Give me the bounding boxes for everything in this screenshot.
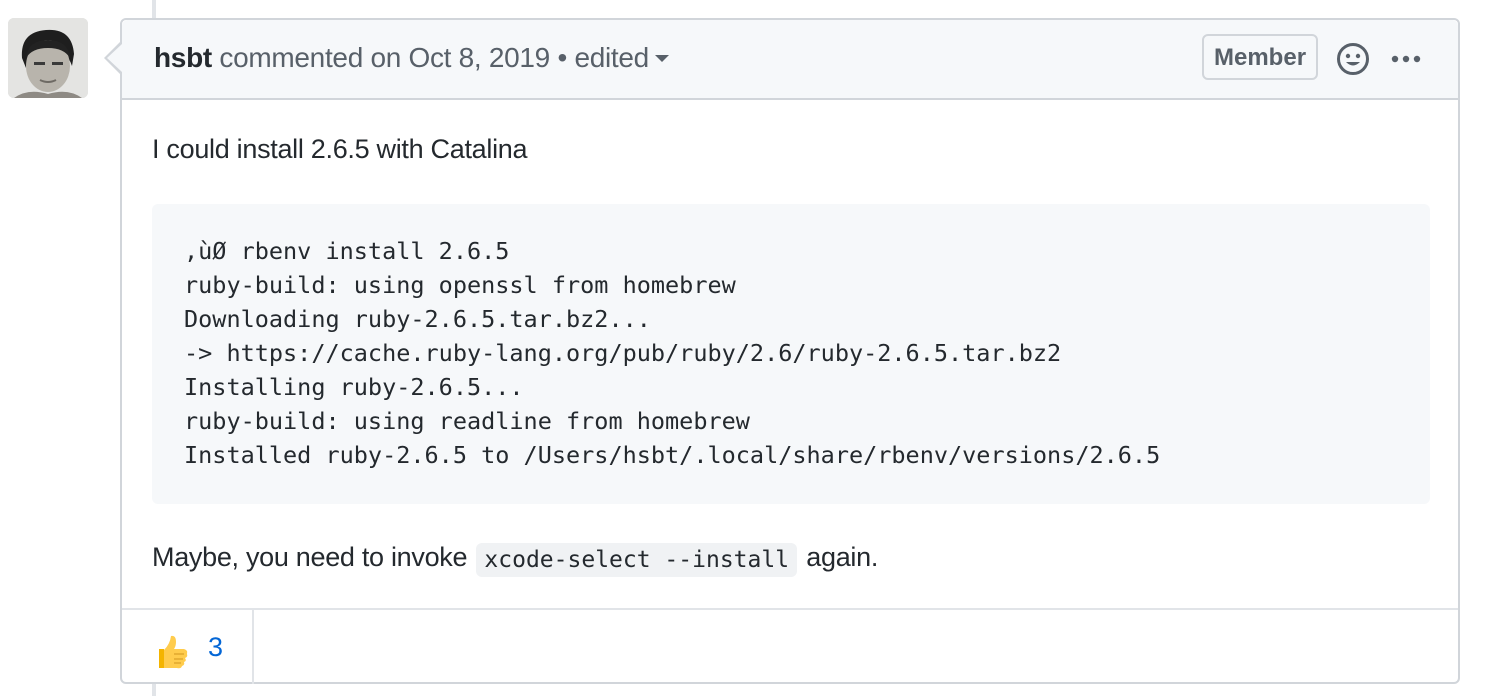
code-line: -> https://cache.ruby-lang.org/pub/ruby/… xyxy=(184,339,1062,367)
footer-text-before: Maybe, you need to invoke xyxy=(152,542,468,572)
code-block: ,ùØ rbenv install 2.6.5 ruby-build: usin… xyxy=(152,204,1430,504)
comment-body-intro: I could install 2.6.5 with Catalina xyxy=(152,134,528,164)
more-options-button[interactable] xyxy=(1390,46,1422,72)
code-line: Installing ruby-2.6.5... xyxy=(184,373,524,401)
comment-body-footer: Maybe, you need to invoke xcode-select -… xyxy=(152,542,879,577)
reaction-count: 3 xyxy=(208,632,224,662)
add-reaction-button[interactable] xyxy=(1336,42,1370,76)
chevron-down-icon xyxy=(654,54,669,62)
avatar[interactable] xyxy=(8,18,88,98)
edited-dropdown[interactable]: edited xyxy=(574,42,669,73)
comment-header: hsbt commented on Oct 8, 2019 • edited M… xyxy=(122,20,1458,100)
footer-text-after: again. xyxy=(806,542,879,572)
code-line: ruby-build: using readline from homebrew xyxy=(184,407,750,435)
code-line: ruby-build: using openssl from homebrew xyxy=(184,271,736,299)
kebab-horizontal-icon xyxy=(1391,55,1421,63)
comment-pointer-fill xyxy=(107,44,122,72)
reaction-thumbs-up-button[interactable]: 3 xyxy=(122,610,254,684)
code-line: Installed ruby-2.6.5 to /Users/hsbt/.loc… xyxy=(184,441,1161,469)
code-line: Downloading ruby-2.6.5.tar.bz2... xyxy=(184,305,651,333)
timeline-comment: hsbt commented on Oct 8, 2019 • edited M… xyxy=(120,18,1460,684)
thumbs-up-icon xyxy=(159,635,188,669)
member-badge: Member xyxy=(1202,34,1319,80)
meta-separator: • xyxy=(557,42,567,73)
author-link[interactable]: hsbt xyxy=(154,42,212,73)
edited-label: edited xyxy=(574,42,649,73)
code-line: ,ùØ rbenv install 2.6.5 xyxy=(184,237,510,265)
comment-date-link[interactable]: Oct 8, 2019 xyxy=(409,42,551,73)
comment-meta: hsbt commented on Oct 8, 2019 • edited xyxy=(154,42,669,74)
comment-action: commented on xyxy=(219,42,402,73)
inline-code: xcode-select --install xyxy=(476,543,798,577)
reactions-bar: 3 xyxy=(122,608,1458,684)
avatar-image xyxy=(8,18,88,98)
smiley-icon xyxy=(1337,43,1369,75)
